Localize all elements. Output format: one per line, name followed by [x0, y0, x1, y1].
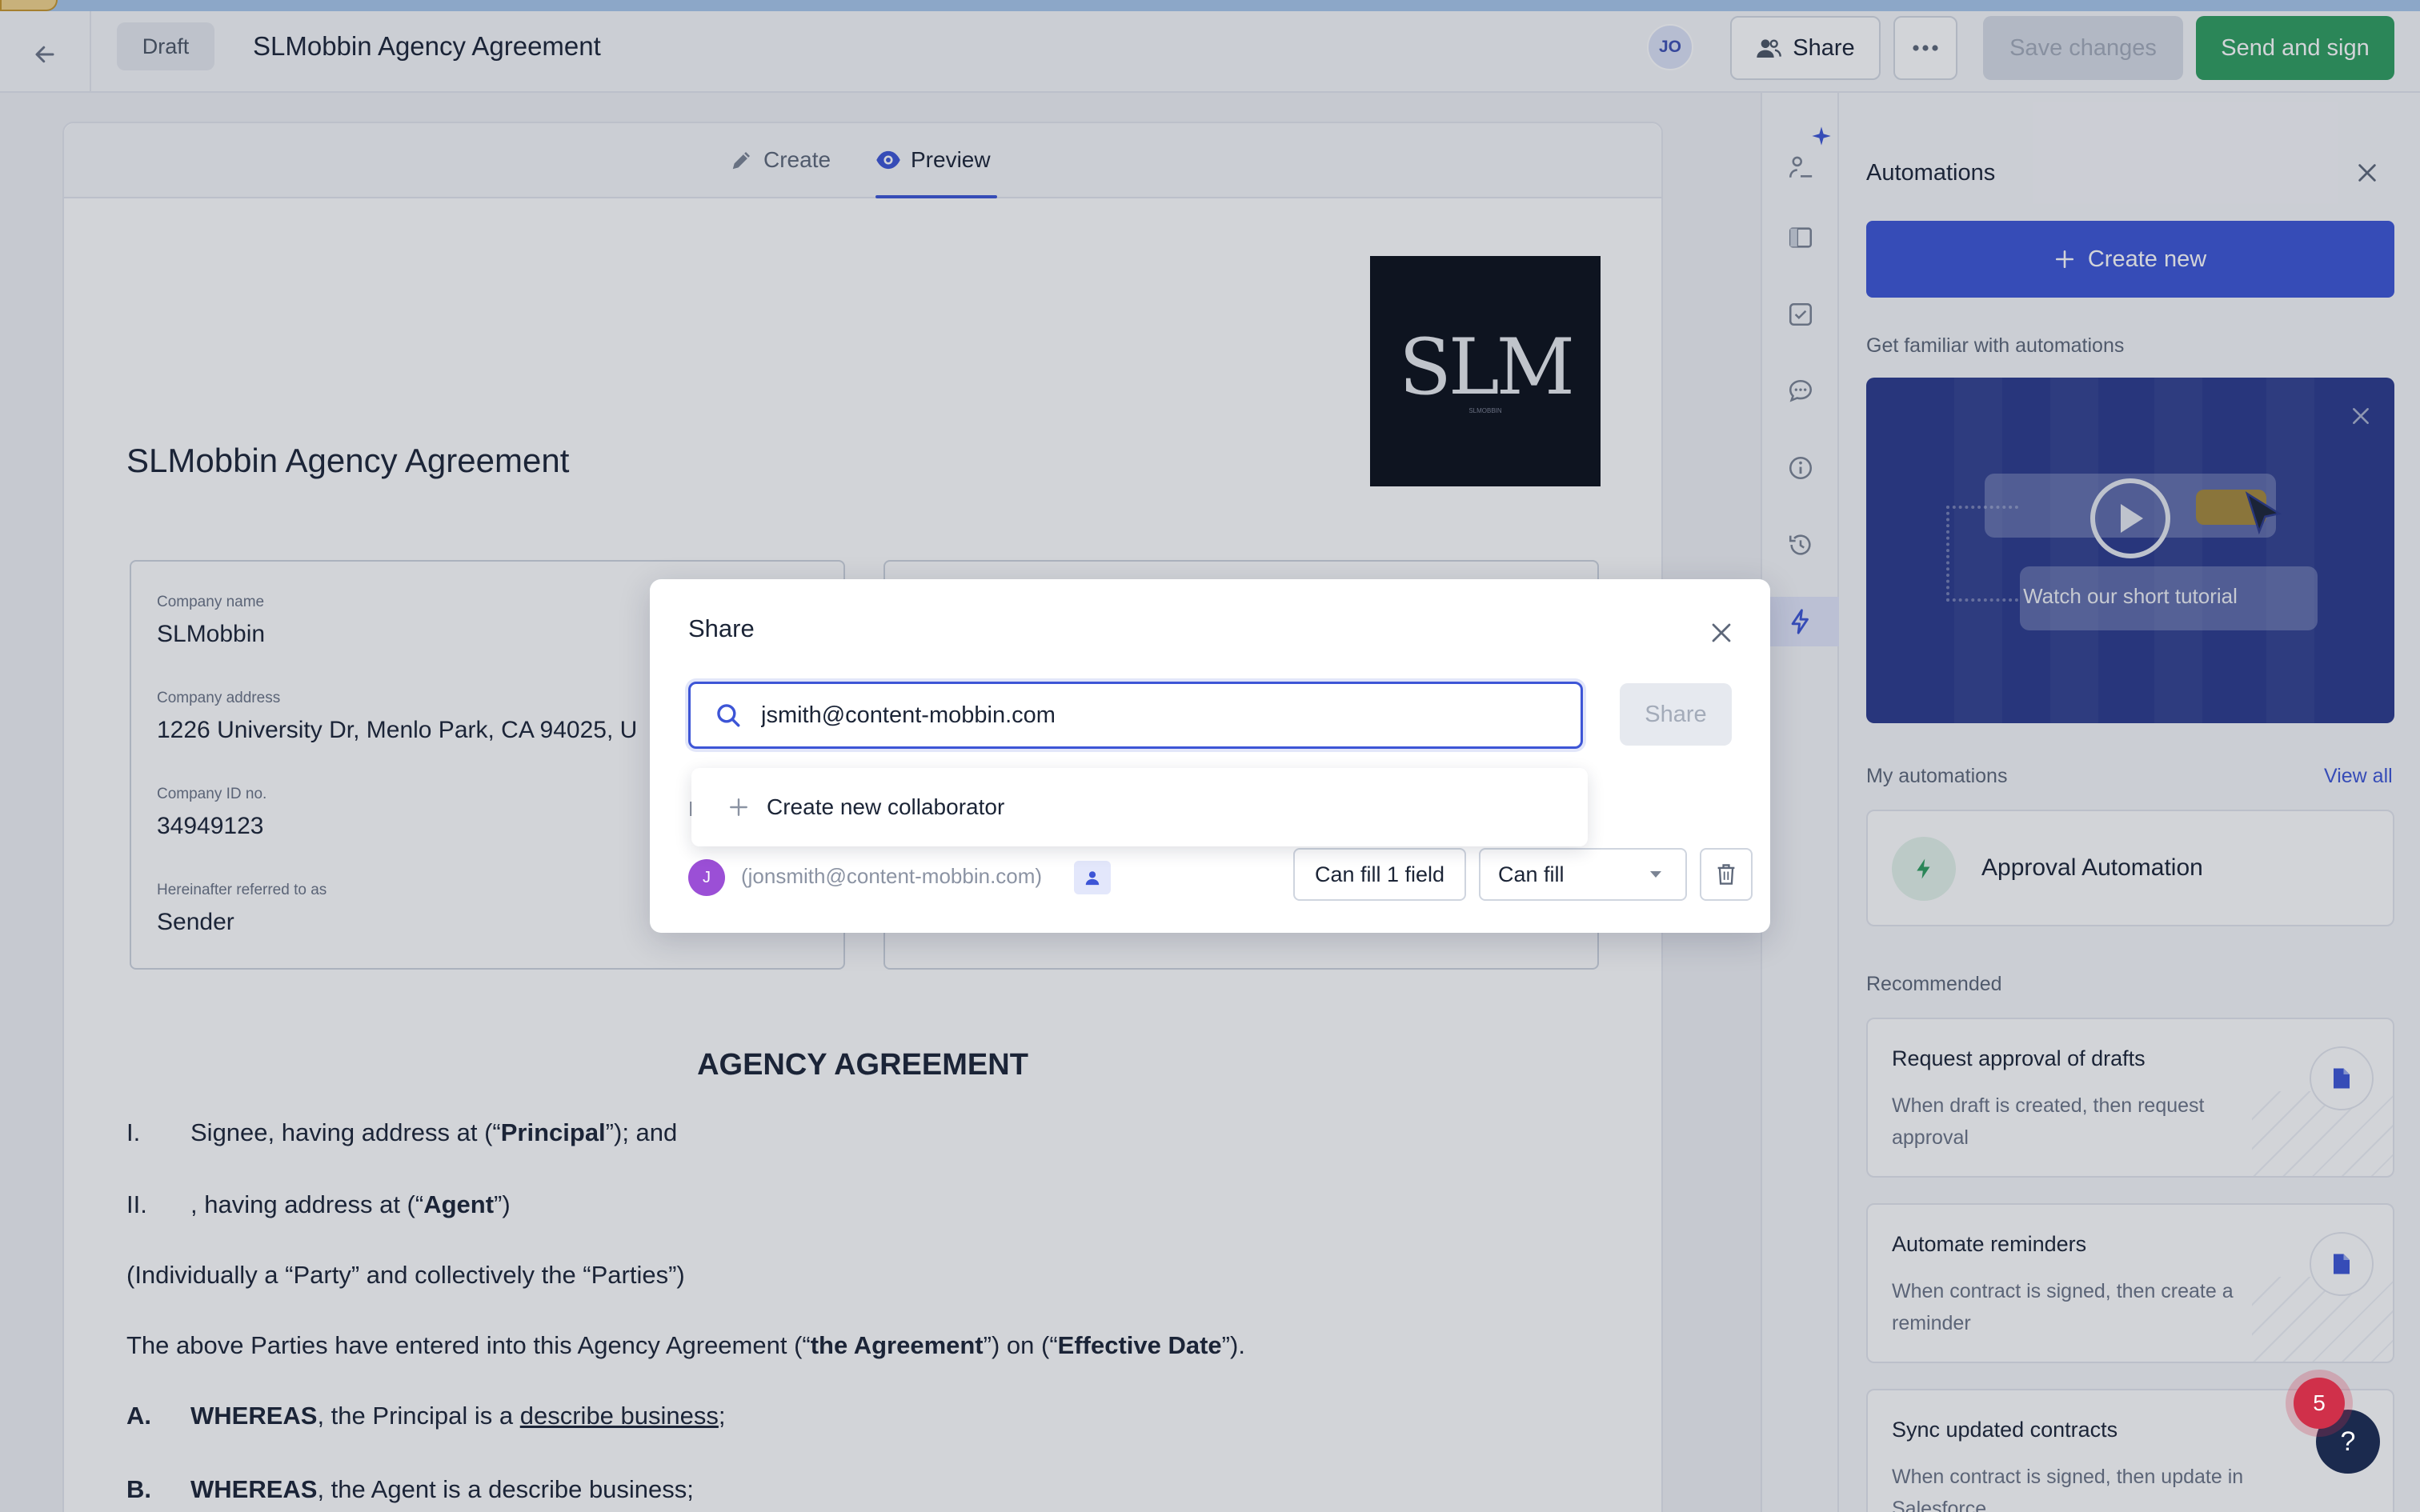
caret-down-icon — [1650, 871, 1661, 878]
create-collaborator-label: Create new collaborator — [767, 794, 1005, 819]
collaborator-search[interactable] — [688, 682, 1583, 749]
remove-collaborator-button[interactable] — [1700, 848, 1753, 901]
search-icon — [717, 704, 740, 727]
field-count-button[interactable]: Can fill 1 field — [1293, 848, 1466, 901]
person-icon — [1074, 861, 1111, 894]
collaborator-avatar: J — [688, 859, 725, 896]
plus-icon — [730, 798, 747, 816]
create-collaborator-option[interactable]: Create new collaborator — [691, 768, 1588, 846]
collaborator-row: J (jonsmith@content-mobbin.com) Can fill… — [688, 848, 1753, 904]
permission-select[interactable]: Can fill — [1479, 848, 1687, 901]
permission-value: Can fill — [1498, 862, 1565, 886]
trash-icon — [1717, 864, 1735, 885]
help-label: ? — [2340, 1426, 2356, 1457]
modal-close-button[interactable] — [1703, 614, 1740, 651]
modal-title: Share — [688, 614, 755, 642]
share-modal: Share Share I Create new collaborator J … — [650, 579, 1770, 933]
notification-badge: 5 — [2294, 1378, 2345, 1429]
modal-share-button[interactable]: Share — [1620, 683, 1732, 746]
collaborator-email: (jonsmith@content-mobbin.com) — [741, 864, 1043, 888]
search-input[interactable] — [761, 702, 1529, 729]
close-icon — [1712, 623, 1731, 642]
